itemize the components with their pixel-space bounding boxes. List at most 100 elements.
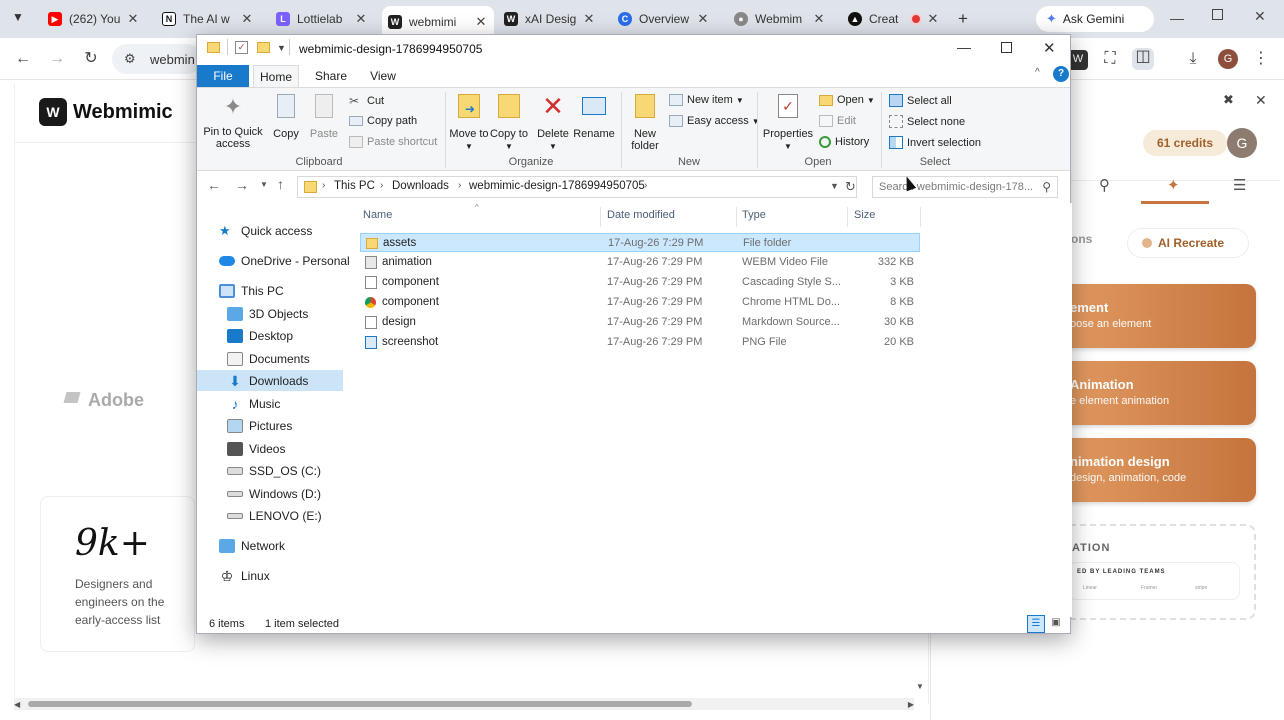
mode-tab-partial[interactable]: ons [1071,232,1092,246]
nav-item-pictures[interactable]: Pictures [227,415,292,436]
close-icon[interactable]: ✕ [126,11,140,27]
ask-gemini-button[interactable]: ✦ Ask Gemini [1036,6,1154,32]
back-icon[interactable]: ← [207,177,221,193]
close-icon[interactable]: ✕ [474,14,488,30]
logo-text[interactable]: Webmimic [73,101,173,124]
sparkle-icon[interactable]: ✦ [1167,176,1180,194]
close-icon[interactable]: ✕ [354,11,368,27]
copy-path-button[interactable]: Copy path [349,115,417,127]
history-button[interactable]: History [819,136,869,148]
maximize-icon[interactable] [1001,42,1012,53]
browser-tab[interactable]: ▶ (262) You ✕ [42,6,146,32]
refresh-icon[interactable]: ↻ [845,179,856,195]
file-row[interactable]: animation 17-Aug-26 7:29 PM WEBM Video F… [360,253,920,272]
address-bar[interactable]: › This PC › Downloads › webmimic-design-… [297,176,857,198]
search-input[interactable]: Search webmimic-design-178... ⚲ [872,176,1058,198]
search-icon[interactable]: ⚲ [1099,176,1110,194]
breadcrumb-this-pc[interactable]: This PC [334,180,375,192]
horizontal-scrollbar[interactable]: ◀ ▶ [14,698,914,710]
user-avatar[interactable]: G [1227,128,1257,158]
nav-item-this-pc[interactable]: This PC [219,280,284,301]
edit-button[interactable]: Edit [819,115,856,127]
select-none-button[interactable]: Select none [889,115,965,128]
delete-button[interactable]: ✕ Delete ▼ [533,93,573,153]
new-tab-icon[interactable]: + [958,9,968,29]
nav-item-onedrive[interactable]: OneDrive - Personal [219,250,350,271]
file-row[interactable]: component 17-Aug-26 7:29 PM Cascading St… [360,273,920,292]
browser-tab[interactable]: L Lottielab ✕ [270,6,374,32]
pin-icon[interactable]: ✖ [1223,92,1234,108]
column-header-date[interactable]: Date modified [607,209,675,221]
chevron-right-icon[interactable]: › [644,180,647,191]
reload-icon[interactable]: ↻ [82,50,100,68]
file-row[interactable]: design 17-Aug-26 7:29 PM Markdown Source… [360,313,920,332]
qa-dropdown-icon[interactable]: ▼ [277,43,286,53]
easy-access-button[interactable]: Easy access ▼ [669,115,760,127]
nav-item-downloads[interactable]: ⬇ Downloads [197,370,343,391]
nav-item-linux[interactable]: ♔ Linux [219,565,270,586]
nav-item-quick-access[interactable]: ★ Quick access [219,220,312,241]
profile-avatar[interactable]: G [1218,49,1238,69]
scroll-down-icon[interactable]: ▼ [916,682,924,691]
extension-icon[interactable]: W [1068,50,1088,70]
nav-item-videos[interactable]: Videos [227,438,285,459]
help-icon[interactable]: ? [1053,66,1069,82]
site-info-icon[interactable]: ⚙ [124,51,136,67]
nav-item-music[interactable]: ♪ Music [227,393,281,414]
recent-locations-icon[interactable]: ▼ [260,180,268,189]
paste-shortcut-button[interactable]: Paste shortcut [349,136,437,148]
chevron-right-icon[interactable]: › [322,180,325,191]
up-icon[interactable]: ↑ [277,176,284,192]
panel-close-icon[interactable]: ✕ [1255,92,1267,109]
forward-icon[interactable]: → [48,50,66,68]
browser-tab[interactable]: N The AI w ✕ [156,6,260,32]
tab-home[interactable]: Home [253,65,299,87]
properties-button[interactable]: ✓ Properties ▼ [761,94,815,153]
nav-item-ssd-os[interactable]: SSD_OS (C:) [227,460,321,481]
new-item-button[interactable]: New item ▼ [669,94,744,106]
large-icons-view-icon[interactable]: ▣ [1049,617,1063,631]
close-icon[interactable]: ✕ [696,11,710,27]
back-icon[interactable]: ← [14,50,32,68]
paste-button[interactable]: Paste [307,94,341,140]
puzzle-icon[interactable]: ⛶ [1101,50,1119,68]
window-close-icon[interactable]: ✕ [1254,8,1266,25]
rename-button[interactable]: Rename [573,94,615,140]
chevron-right-icon[interactable]: › [380,180,383,191]
menu-icon[interactable]: ⋮ [1252,50,1270,68]
close-icon[interactable]: ✕ [926,11,940,27]
nav-item-lenovo-e[interactable]: LENOVO (E:) [227,505,322,526]
properties-qa-icon[interactable]: ✓ [235,41,248,54]
close-icon[interactable]: ✕ [240,11,254,27]
collapse-ribbon-icon[interactable]: ^ [1035,67,1040,78]
sidepanel-icon[interactable]: ◫ [1132,48,1154,70]
browser-tab[interactable]: W xAI Desig ✕ [498,6,602,32]
column-header-name[interactable]: Name [363,209,392,221]
tab-view[interactable]: View [363,65,403,87]
nav-item-desktop[interactable]: Desktop [227,325,293,346]
credits-badge[interactable]: 61 credits [1143,130,1227,156]
invert-selection-button[interactable]: Invert selection [889,136,981,149]
nav-item-network[interactable]: Network [219,535,285,556]
new-folder-button[interactable]: New folder [625,94,665,152]
move-to-button[interactable]: ➜ Move to ▼ [449,94,489,153]
ai-recreate-tab[interactable]: AI Recreate [1127,228,1249,258]
breadcrumb-downloads[interactable]: Downloads [392,180,449,192]
tab-search-icon[interactable]: ▼ [12,10,30,28]
pin-quick-access-button[interactable]: ✦ Pin to Quick access [201,94,265,150]
file-row[interactable]: component 17-Aug-26 7:29 PM Chrome HTML … [360,293,920,312]
file-row[interactable]: screenshot 17-Aug-26 7:29 PM PNG File 20… [360,333,920,352]
browser-tab[interactable]: ▲ Creat ✕ [842,6,946,32]
scroll-right-icon[interactable]: ▶ [908,700,914,709]
chevron-right-icon[interactable]: › [458,180,461,191]
copy-button[interactable]: Copy [269,94,303,140]
window-close-icon[interactable]: ✕ [1043,39,1056,57]
browser-tab[interactable]: C Overview ✕ [612,6,716,32]
nav-item-windows-d[interactable]: Windows (D:) [227,483,321,504]
tab-file[interactable]: File [197,65,249,87]
download-icon[interactable]: ⤓ [1184,50,1202,68]
close-icon[interactable]: ✕ [812,11,826,27]
scroll-left-icon[interactable]: ◀ [14,700,20,709]
nav-item-3d-objects[interactable]: 3D Objects [227,303,308,324]
restore-icon[interactable] [1212,9,1223,20]
